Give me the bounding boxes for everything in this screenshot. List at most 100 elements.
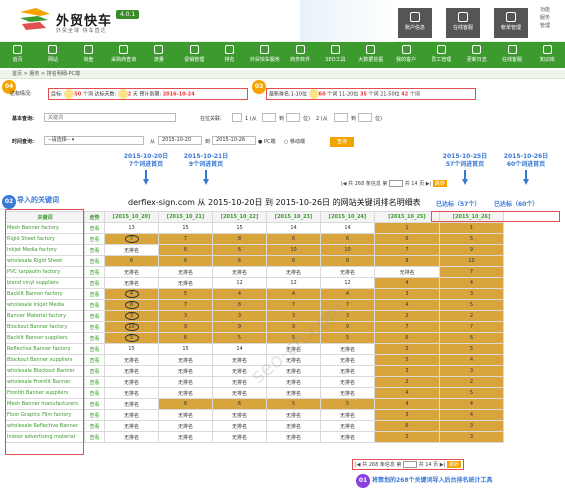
- keyword-cell[interactable]: Inkjet Media factory: [5, 244, 85, 256]
- nav-buyer-search[interactable]: 采购商查询: [106, 42, 141, 68]
- status-label: 达标情况:: [10, 91, 32, 97]
- keyword-cell[interactable]: Reflective Banner factory: [5, 343, 85, 355]
- rank-cell: 4: [374, 277, 440, 289]
- query-button[interactable]: 查询: [330, 137, 354, 147]
- billing-button[interactable]: 帐单管理: [494, 8, 528, 38]
- keyword-cell[interactable]: Floor Graphic Film factory: [5, 409, 85, 421]
- nav-software[interactable]: 商务软件: [283, 42, 318, 68]
- nav-ranking[interactable]: 排名: [212, 42, 247, 68]
- mobile-radio-label[interactable]: ○ 移动端: [284, 138, 305, 145]
- header-link[interactable]: 功能: [540, 6, 550, 14]
- trend-link[interactable]: 查看: [84, 222, 105, 234]
- column-header: [2015_10_20]: [104, 211, 159, 223]
- rank-cell: 无排名: [158, 354, 213, 366]
- online-service-button[interactable]: 在线客服: [446, 8, 480, 38]
- period-select[interactable]: --请选择-- ▾: [44, 136, 144, 145]
- rank-cell: 无排名: [104, 365, 159, 377]
- keyword-cell[interactable]: Rigid Sheet factory: [5, 233, 85, 245]
- rank-cell: 无排名: [320, 409, 375, 421]
- page-input[interactable]: [403, 461, 418, 468]
- nav-customers[interactable]: 我的客户: [388, 42, 423, 68]
- keyword-cell[interactable]: wholesale Inkjet Media: [5, 299, 85, 311]
- range2-from[interactable]: [334, 113, 348, 122]
- first-page-icon[interactable]: |◀: [341, 181, 347, 187]
- trend-link[interactable]: 查看: [84, 332, 105, 344]
- range-checkbox[interactable]: [232, 113, 242, 122]
- last-page-icon[interactable]: ▶|: [440, 462, 446, 468]
- keyword-cell[interactable]: wholesale Reflective Banner: [5, 420, 85, 432]
- nav-staff[interactable]: 员工管理: [424, 42, 459, 68]
- trend-link[interactable]: 查看: [84, 387, 105, 399]
- header-link[interactable]: 服务: [540, 14, 550, 22]
- range1-to[interactable]: [286, 113, 300, 122]
- range1-from[interactable]: [262, 113, 276, 122]
- range2-to[interactable]: [358, 113, 372, 122]
- keyword-cell[interactable]: wholesale Rigid Sheet: [5, 255, 85, 267]
- keyword-cell[interactable]: Indoor advertising material: [5, 431, 85, 443]
- nav-bigdata[interactable]: 大数据挖掘: [353, 42, 388, 68]
- trend-link[interactable]: 查看: [84, 365, 105, 377]
- rank-cell: 1: [374, 222, 440, 234]
- table-row: Inkjet Media factory 查看 无排名 8 6 10 10 7 9: [5, 244, 504, 256]
- keyword-cell[interactable]: Backlit Banner factory: [5, 288, 85, 300]
- first-page-icon[interactable]: |◀: [355, 462, 361, 468]
- keyword-cell[interactable]: Backlit Banner suppliers: [5, 332, 85, 344]
- trend-link[interactable]: 查看: [84, 244, 105, 256]
- trend-link[interactable]: 查看: [84, 409, 105, 421]
- keyword-cell[interactable]: Frontlit Banner suppliers: [5, 387, 85, 399]
- trend-link[interactable]: 查看: [84, 299, 105, 311]
- keyword-input[interactable]: [44, 113, 176, 122]
- pc-radio-label[interactable]: ● PC端: [258, 138, 275, 145]
- nav-promo[interactable]: 促销管理: [177, 42, 212, 68]
- account-info-button[interactable]: 账户信息: [398, 8, 432, 38]
- keyword-cell[interactable]: blend vinyl suppliers: [5, 277, 85, 289]
- nav-changelog[interactable]: 更新日志: [459, 42, 494, 68]
- keyword-cell[interactable]: Mesh Banner factory: [5, 222, 85, 234]
- keyword-cell[interactable]: PVC tarpaulin factory: [5, 266, 85, 278]
- rank-cell: 6: [212, 398, 267, 410]
- rank-cell: 5: [104, 332, 159, 344]
- keyword-cell[interactable]: wholesale Blockout Banner: [5, 365, 85, 377]
- nav-traffic[interactable]: 流量: [141, 42, 176, 68]
- trend-link[interactable]: 查看: [84, 288, 105, 300]
- trend-link[interactable]: 查看: [84, 431, 105, 443]
- rank-cell: 12: [266, 277, 321, 289]
- trend-link[interactable]: 查看: [84, 310, 105, 322]
- keyword-cell[interactable]: Blockout Banner suppliers: [5, 354, 85, 366]
- go-button[interactable]: 跳转: [446, 461, 461, 468]
- trend-link[interactable]: 查看: [84, 343, 105, 355]
- trend-link[interactable]: 查看: [84, 398, 105, 410]
- trend-link[interactable]: 查看: [84, 321, 105, 333]
- trend-link[interactable]: 查看: [84, 233, 105, 245]
- keyword-cell[interactable]: Banner Material factory: [5, 310, 85, 322]
- header-link[interactable]: 管理: [540, 22, 550, 30]
- trend-link[interactable]: 查看: [84, 266, 105, 278]
- date-to-input[interactable]: 2015-10-26: [212, 136, 256, 145]
- trend-link[interactable]: 查看: [84, 376, 105, 388]
- rank-cell: 无排名: [158, 420, 213, 432]
- trend-link[interactable]: 查看: [84, 277, 105, 289]
- page-input[interactable]: [389, 180, 404, 187]
- nav-seo-tools[interactable]: SEO工具: [318, 42, 353, 68]
- trend-link[interactable]: 查看: [84, 420, 105, 432]
- nav-home[interactable]: 首页: [0, 42, 35, 68]
- last-page-icon[interactable]: ▶|: [426, 181, 432, 187]
- nav-website[interactable]: 网站: [35, 42, 70, 68]
- nav-support[interactable]: 在线客服: [494, 42, 529, 68]
- nav-service[interactable]: 外贸快车服务: [247, 42, 282, 68]
- keyword-cell[interactable]: wholesale Frontlit Banner: [5, 376, 85, 388]
- go-button[interactable]: 跳转: [432, 180, 447, 187]
- keyword-cell[interactable]: Mesh Banner manufacturers: [5, 398, 85, 410]
- keyword-cell[interactable]: Blockout Banner factory: [5, 321, 85, 333]
- trend-link[interactable]: 查看: [84, 255, 105, 267]
- trend-link[interactable]: 查看: [84, 354, 105, 366]
- rank-cell: 5: [212, 332, 267, 344]
- nav-inquiry[interactable]: 询盘: [71, 42, 106, 68]
- rank-cell: 7: [104, 233, 159, 245]
- rank-cell: 无排名: [320, 365, 375, 377]
- rank-cell: 13: [104, 222, 159, 234]
- nav-knowledge[interactable]: 知识库: [530, 42, 565, 68]
- rank-cell: 无排名: [104, 431, 159, 443]
- date-from-input[interactable]: 2015-10-20: [158, 136, 202, 145]
- rank-cell: 7: [158, 299, 213, 311]
